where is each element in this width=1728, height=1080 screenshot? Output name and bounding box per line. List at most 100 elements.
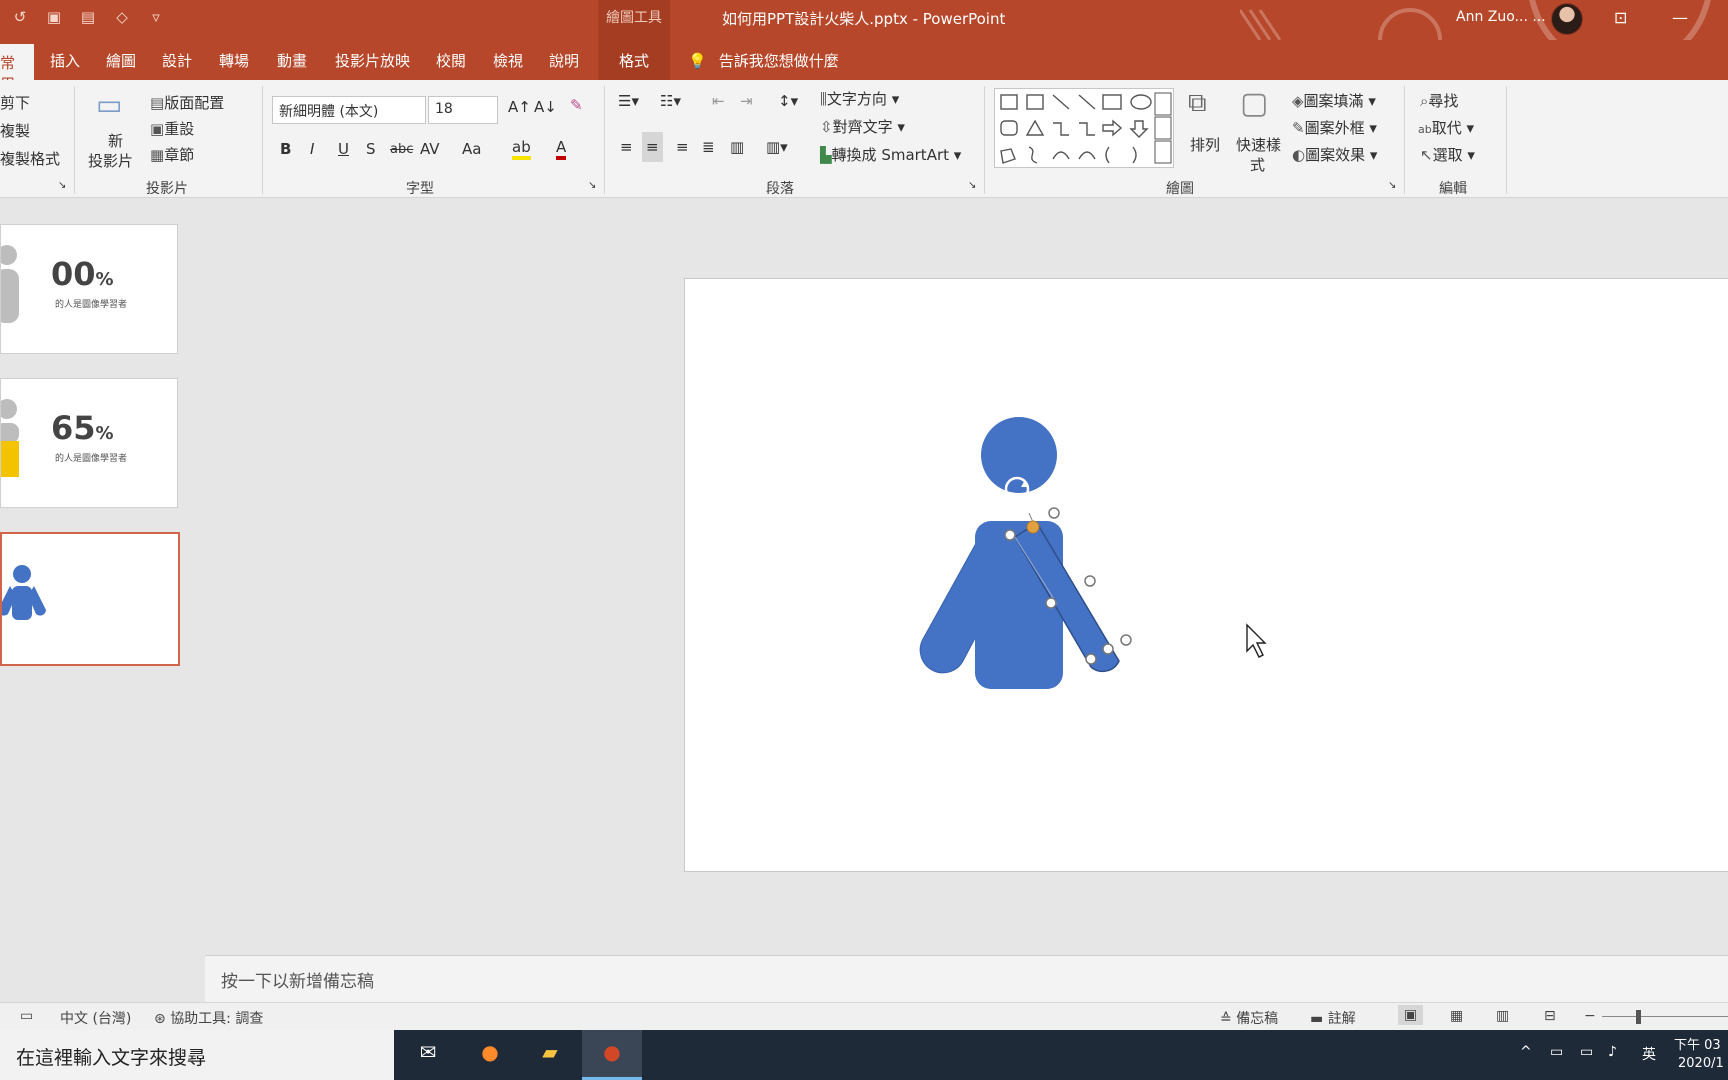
find-button[interactable]: ⌕ 尋找	[1420, 90, 1458, 111]
reset-button[interactable]: ▣ 重設	[150, 118, 194, 139]
zoom-slider[interactable]	[1602, 1016, 1728, 1017]
align-text-button[interactable]: ⇳ 對齊文字 ▾	[820, 116, 905, 137]
drawing-launcher-icon[interactable]: ↘	[1388, 180, 1396, 191]
format-painter-icon[interactable]: ▤	[76, 8, 100, 26]
italic-button[interactable]: I	[310, 140, 314, 158]
strikethrough-button[interactable]: abc	[390, 142, 413, 157]
align-center-icon[interactable]: ≡	[642, 132, 663, 162]
underline-button[interactable]: U	[338, 140, 349, 158]
language-status[interactable]: 中文 (台灣)	[60, 1008, 131, 1028]
numbering-icon[interactable]: ☷▾	[660, 92, 681, 110]
zoom-slider-thumb[interactable]	[1636, 1010, 1641, 1024]
arrange-label[interactable]: 排列	[1190, 134, 1220, 155]
tab-insert[interactable]: 插入	[50, 50, 80, 71]
firefox-icon[interactable]: ●	[460, 1030, 520, 1080]
battery-icon[interactable]: ▭	[1550, 1044, 1563, 1060]
paragraph-launcher-icon[interactable]: ↘	[968, 180, 976, 191]
user-name[interactable]: Ann Zuo... ...	[1456, 9, 1546, 25]
tab-review[interactable]: 校閱	[436, 50, 466, 71]
tab-transitions[interactable]: 轉場	[219, 50, 249, 71]
user-avatar[interactable]	[1551, 3, 1583, 35]
shrink-font-icon[interactable]: A↓	[534, 98, 557, 116]
tab-animations[interactable]: 動畫	[277, 50, 307, 71]
format-painter-button[interactable]: 複製格式	[0, 148, 60, 169]
taskbar-search[interactable]: 在這裡輸入文字來搜尋	[0, 1030, 394, 1080]
align-left-icon[interactable]: ≡	[620, 138, 633, 156]
shape-effects-button[interactable]: ◐ 圖案效果 ▾	[1292, 144, 1377, 165]
change-case-button[interactable]: Aa	[462, 140, 481, 158]
clock-time[interactable]: 下午 03	[1674, 1034, 1721, 1053]
font-name-dropdown[interactable]: 新細明體 (本文)	[272, 96, 426, 124]
reading-view-icon[interactable]: ▥	[1496, 1008, 1509, 1024]
notes-toggle[interactable]: ≙ 備忘稿	[1220, 1008, 1278, 1028]
arrange-icon[interactable]: ⧉	[1188, 88, 1207, 119]
smartart-button[interactable]: ▙ 轉換成 SmartArt ▾	[820, 144, 961, 165]
shapes-icon[interactable]: ◇	[110, 8, 134, 26]
line-spacing-icon[interactable]: ↕▾	[778, 92, 798, 110]
copy-button[interactable]: 複製	[0, 120, 30, 141]
tell-me-box[interactable]: 💡 告訴我您想做什麼	[688, 50, 839, 71]
columns-icon[interactable]: ▥▾	[766, 138, 788, 156]
distribute-icon[interactable]: ▥	[730, 138, 744, 156]
adjust-handle[interactable]	[1026, 520, 1040, 534]
current-slide[interactable]	[684, 278, 1728, 872]
comments-toggle[interactable]: ▬ 註解	[1310, 1008, 1356, 1028]
shadow-button[interactable]: S	[366, 140, 376, 158]
mail-app-icon[interactable]: ✉	[398, 1030, 458, 1080]
figure-head[interactable]	[981, 417, 1057, 493]
slide-thumbnail-2[interactable]: 65% 的人是圖像學習者	[0, 378, 178, 508]
slide-sorter-icon[interactable]: ▦	[1450, 1008, 1463, 1024]
highlight-icon[interactable]: ab	[512, 138, 531, 160]
layout-button[interactable]: ▤ 版面配置	[150, 92, 224, 113]
section-button[interactable]: ▦ 章節	[150, 144, 194, 165]
clear-format-icon[interactable]: ✎	[570, 96, 583, 114]
font-color-button[interactable]: A	[556, 138, 567, 160]
shape-fill-button[interactable]: ◈ 圖案填滿 ▾	[1292, 90, 1376, 111]
tray-chevron-icon[interactable]: ^	[1520, 1044, 1532, 1060]
char-spacing-button[interactable]: AV	[420, 140, 440, 158]
grow-font-icon[interactable]: A↑	[508, 98, 531, 116]
cut-button[interactable]: 剪下	[0, 92, 30, 113]
volume-icon[interactable]: ♪	[1608, 1044, 1617, 1060]
zoom-out-icon[interactable]: −	[1584, 1008, 1596, 1024]
tab-design[interactable]: 設計	[162, 50, 192, 71]
slide-view-icon[interactable]: ▭	[20, 1008, 33, 1024]
bold-button[interactable]: B	[280, 140, 291, 158]
tab-home[interactable]: 常用	[0, 44, 34, 93]
increase-indent-icon[interactable]: ⇥	[740, 92, 753, 110]
decrease-indent-icon[interactable]: ⇤	[712, 92, 725, 110]
tab-view[interactable]: 檢視	[493, 50, 523, 71]
bullets-icon[interactable]: ☰▾	[618, 92, 639, 110]
slide-thumbnail-1[interactable]: 00% 的人是圖像學習者	[0, 224, 178, 354]
align-right-icon[interactable]: ≡	[676, 138, 689, 156]
quick-styles-label-2[interactable]: 式	[1250, 154, 1265, 175]
accessibility-status[interactable]: ⊛ 協助工具: 調查	[154, 1008, 263, 1028]
tab-format[interactable]: 格式	[598, 40, 670, 80]
powerpoint-taskbar-icon[interactable]: ●	[582, 1030, 642, 1080]
notes-pane[interactable]: 按一下以新增備忘稿	[205, 955, 1728, 1002]
slide-thumbnail-3[interactable]	[0, 532, 180, 666]
new-slide-icon[interactable]: ▭	[96, 88, 122, 121]
slideshow-view-icon[interactable]: ⊟	[1544, 1008, 1556, 1024]
clipboard-launcher-icon[interactable]: ↘	[58, 180, 66, 191]
ribbon-display-icon[interactable]: ⊡	[1614, 8, 1627, 27]
file-explorer-icon[interactable]: ▰	[520, 1030, 580, 1080]
customize-icon[interactable]: ▿	[144, 8, 168, 26]
clock-date[interactable]: 2020/1	[1678, 1056, 1724, 1071]
minimize-icon[interactable]: —	[1672, 8, 1688, 27]
quick-styles-label[interactable]: 快速樣	[1236, 134, 1281, 155]
justify-icon[interactable]: ≣	[702, 138, 715, 156]
undo-icon[interactable]: ↺	[8, 8, 32, 26]
tab-slideshow[interactable]: 投影片放映	[335, 50, 410, 71]
ime-indicator[interactable]: 英	[1642, 1044, 1656, 1064]
tab-draw[interactable]: 繪圖	[106, 50, 136, 71]
new-slide-label-2[interactable]: 投影片	[88, 150, 133, 171]
shapes-gallery[interactable]	[994, 88, 1174, 168]
quick-styles-icon[interactable]: ▢	[1240, 86, 1268, 121]
font-size-dropdown[interactable]: 18	[428, 96, 498, 124]
shape-outline-button[interactable]: ✎ 圖案外框 ▾	[1292, 117, 1377, 138]
slideshow-icon[interactable]: ▣	[42, 8, 66, 26]
replace-button[interactable]: ab 取代 ▾	[1418, 117, 1474, 138]
text-direction-button[interactable]: ⫼ 文字方向 ▾	[820, 88, 899, 109]
select-button[interactable]: ↖ 選取 ▾	[1420, 144, 1475, 165]
